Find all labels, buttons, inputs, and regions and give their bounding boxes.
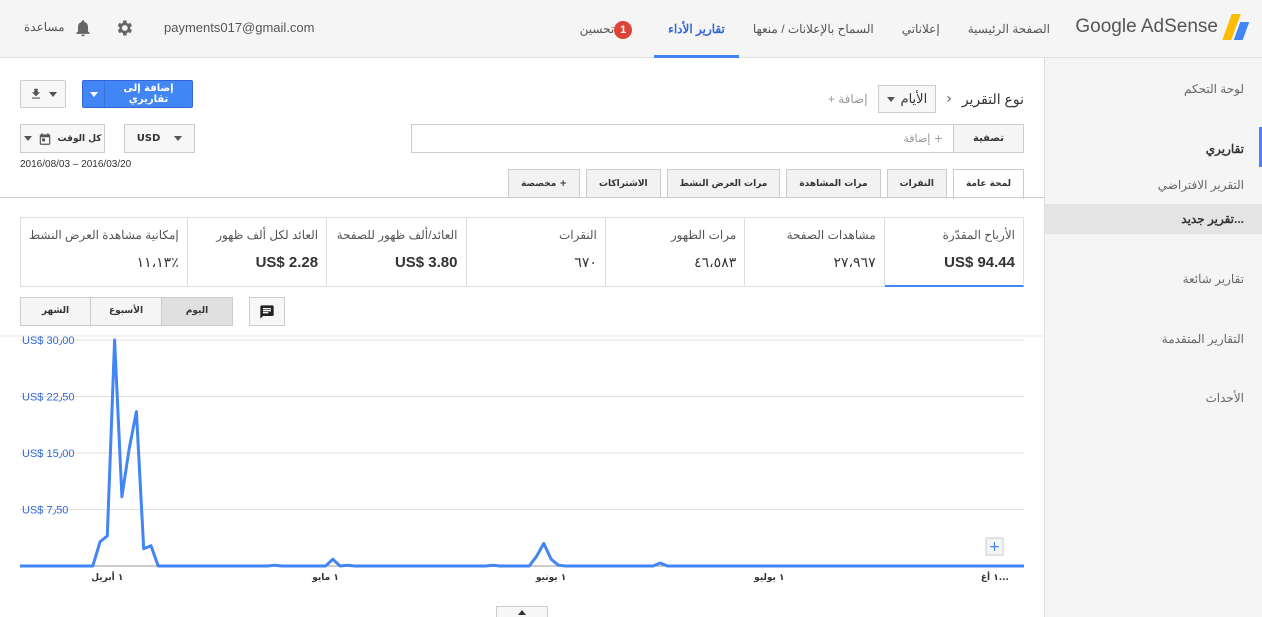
dimension-dropdown[interactable]: الأيام bbox=[877, 85, 937, 113]
metric-value: ٤٦،٥٨٣ bbox=[694, 254, 737, 270]
report-tabs: لمحة عامة النقرات مرات المشاهدة مرات الع… bbox=[508, 169, 1024, 199]
chevron-right-icon: › bbox=[946, 91, 952, 107]
logo-text: Google AdSense bbox=[1075, 16, 1218, 37]
metric-value: ٢٧،٩٦٧ bbox=[833, 254, 876, 270]
date-range-text: 2016/08/03 – 2016/03/20 bbox=[20, 159, 132, 170]
top-bar: Google AdSense الصفحة الرئيسية إعلاناتي … bbox=[0, 0, 1262, 58]
date-range-dropdown[interactable]: كل الوقت bbox=[20, 124, 105, 153]
download-button[interactable] bbox=[20, 80, 66, 108]
caret-down-icon bbox=[89, 91, 98, 97]
nav-optimization[interactable]: تحسين 1 bbox=[566, 0, 655, 58]
add-to-my-reports-button[interactable]: إضافة إلى تقاريري bbox=[82, 80, 193, 108]
help-link[interactable]: مساعدة bbox=[24, 20, 65, 34]
metric-value: US$ 94.44 bbox=[944, 254, 1015, 271]
y-tick-label: US$ 7٫50 bbox=[22, 505, 68, 517]
tab-page-views[interactable]: مرات المشاهدة bbox=[786, 169, 881, 198]
sidebar-item-dashboard[interactable]: لوحة التحكم bbox=[1184, 82, 1244, 96]
metric-impressions[interactable]: مرات الظهور ٤٦،٥٨٣ bbox=[605, 217, 746, 287]
nav-home[interactable]: الصفحة الرئيسية bbox=[954, 0, 1064, 58]
metric-page-views[interactable]: مشاهدات الصفحة ٢٧،٩٦٧ bbox=[745, 217, 885, 287]
metric-label: العائد لكل ألف ظهور bbox=[216, 228, 319, 242]
caret-down-icon bbox=[886, 96, 895, 102]
metric-active-view-viewable[interactable]: إمكانية مشاهدة العرض النشط ٪١١،١٣ bbox=[19, 217, 188, 287]
annotation-button[interactable] bbox=[249, 297, 285, 326]
x-tick-label: ١ يوليو bbox=[753, 573, 784, 583]
metric-label: الأرباح المقدّرة bbox=[942, 228, 1015, 242]
caret-up-icon bbox=[518, 610, 526, 615]
earnings-line-chart: US$ 7٫50 US$ 15٫00 US$ 22٫50 US$ 30٫00 ١ أبر… bbox=[0, 335, 1044, 583]
sidebar-item-default-report[interactable]: التقرير الافتراضي bbox=[1158, 178, 1244, 192]
filter-bar: تصفية + إضافة bbox=[411, 124, 1024, 153]
currency-value: USD bbox=[136, 133, 161, 144]
tab-divider bbox=[0, 197, 1044, 198]
currency-dropdown[interactable]: USD bbox=[124, 124, 195, 153]
filter-button[interactable]: تصفية bbox=[953, 125, 1023, 152]
sidebar-item-events[interactable]: الأحداث bbox=[1205, 391, 1244, 405]
metric-impression-rpm[interactable]: العائد لكل ألف ظهور US$ 2.28 bbox=[187, 217, 328, 287]
metric-estimated-earnings[interactable]: الأرباح المقدّرة US$ 94.44 bbox=[884, 217, 1024, 287]
tab-overview[interactable]: لمحة عامة bbox=[952, 169, 1024, 199]
x-tick-label: ١ أبريل bbox=[91, 571, 123, 583]
add-to-my-reports-label: إضافة إلى تقاريري bbox=[123, 83, 174, 105]
report-type-selector: نوع التقرير › الأيام + إضافة bbox=[828, 85, 1024, 113]
adsense-logo-icon bbox=[1222, 14, 1250, 40]
add-dimension-link[interactable]: + إضافة bbox=[828, 92, 868, 106]
period-week-button[interactable]: الأسبوع bbox=[91, 297, 162, 326]
metric-value: ٦٧٠ bbox=[574, 254, 597, 270]
tab-clicks[interactable]: النقرات bbox=[886, 169, 947, 198]
y-tick-label: US$ 30٫00 bbox=[22, 335, 75, 347]
metrics-scorecard: الأرباح المقدّرة US$ 94.44 مشاهدات الصفح… bbox=[19, 217, 1024, 287]
metric-label: العائد/ألف ظهور للصفحة bbox=[336, 228, 458, 242]
comment-icon bbox=[260, 304, 274, 319]
metric-value: US$ 2.28 bbox=[255, 254, 319, 271]
y-tick-label: US$ 15٫00 bbox=[22, 448, 75, 460]
sidebar-item-common-reports[interactable]: تقارير شائعة bbox=[1183, 272, 1244, 286]
metric-label: إمكانية مشاهدة العرض النشط bbox=[28, 228, 179, 242]
x-tick-label: ١ يونيو bbox=[535, 573, 566, 583]
account-email[interactable]: payments017@gmail.com bbox=[164, 20, 314, 35]
download-icon bbox=[31, 88, 41, 99]
metric-clicks[interactable]: النقرات ٦٧٠ bbox=[466, 217, 606, 287]
x-tick-label: ١ مايو bbox=[311, 573, 339, 583]
caret-down-icon bbox=[174, 136, 183, 141]
dimension-value: الأيام bbox=[900, 91, 928, 106]
metric-value: ٪١١،١٣ bbox=[136, 254, 179, 270]
tab-subscriptions[interactable]: الاشتراكات bbox=[585, 169, 661, 198]
sidebar-item-my-reports[interactable]: تقاريري bbox=[1206, 142, 1244, 156]
metric-label: النقرات bbox=[558, 228, 597, 242]
gear-icon[interactable] bbox=[114, 18, 134, 38]
adsense-logo[interactable]: Google AdSense bbox=[1075, 14, 1250, 40]
optimization-badge: 1 bbox=[614, 20, 633, 39]
caret-down-icon bbox=[49, 91, 57, 97]
report-type-label: نوع التقرير bbox=[961, 90, 1024, 107]
metric-label: مشاهدات الصفحة bbox=[786, 228, 876, 242]
period-toggle: الشهر الأسبوع اليوم bbox=[20, 297, 233, 326]
nav-my-ads[interactable]: إعلاناتي bbox=[888, 0, 954, 58]
bell-icon[interactable] bbox=[73, 18, 93, 38]
sidebar-item-advanced-reports[interactable]: التقارير المتقدمة bbox=[1162, 332, 1244, 346]
period-day-button[interactable]: اليوم bbox=[162, 297, 233, 326]
main-nav: الصفحة الرئيسية إعلاناتي السماح بالإعلان… bbox=[566, 0, 1064, 58]
nav-allow-block-ads[interactable]: السماح بالإعلانات / منعها bbox=[739, 0, 888, 58]
metric-label: مرات الظهور bbox=[670, 228, 737, 242]
y-tick-label: US$ 22٫50 bbox=[22, 392, 75, 404]
metric-value: US$ 3.80 bbox=[394, 254, 458, 271]
nav-optimization-label: تحسين bbox=[579, 22, 615, 36]
caret-down-icon bbox=[23, 136, 32, 141]
period-month-button[interactable]: الشهر bbox=[20, 297, 91, 326]
metric-page-rpm[interactable]: العائد/ألف ظهور للصفحة US$ 3.80 bbox=[327, 217, 467, 287]
sidebar: لوحة التحكم تقاريري التقرير الافتراضي تق… bbox=[1044, 58, 1262, 617]
collapse-chart-button[interactable] bbox=[496, 606, 548, 617]
filter-add-input[interactable]: + إضافة bbox=[893, 125, 953, 152]
x-tick-label: ١ أغ... bbox=[981, 571, 1009, 583]
date-range-label: كل الوقت bbox=[57, 133, 102, 144]
add-to-reports-dropdown[interactable] bbox=[83, 81, 105, 107]
tab-active-view[interactable]: مرات العرض النشط bbox=[666, 169, 781, 198]
tab-custom[interactable]: + مخصصة bbox=[508, 169, 580, 198]
nav-performance-reports[interactable]: تقارير الأداء bbox=[654, 0, 739, 58]
plus-icon: + bbox=[989, 539, 1001, 555]
sidebar-item-new-report[interactable]: تقرير جديد... bbox=[1181, 212, 1244, 226]
calendar-icon bbox=[39, 132, 50, 145]
